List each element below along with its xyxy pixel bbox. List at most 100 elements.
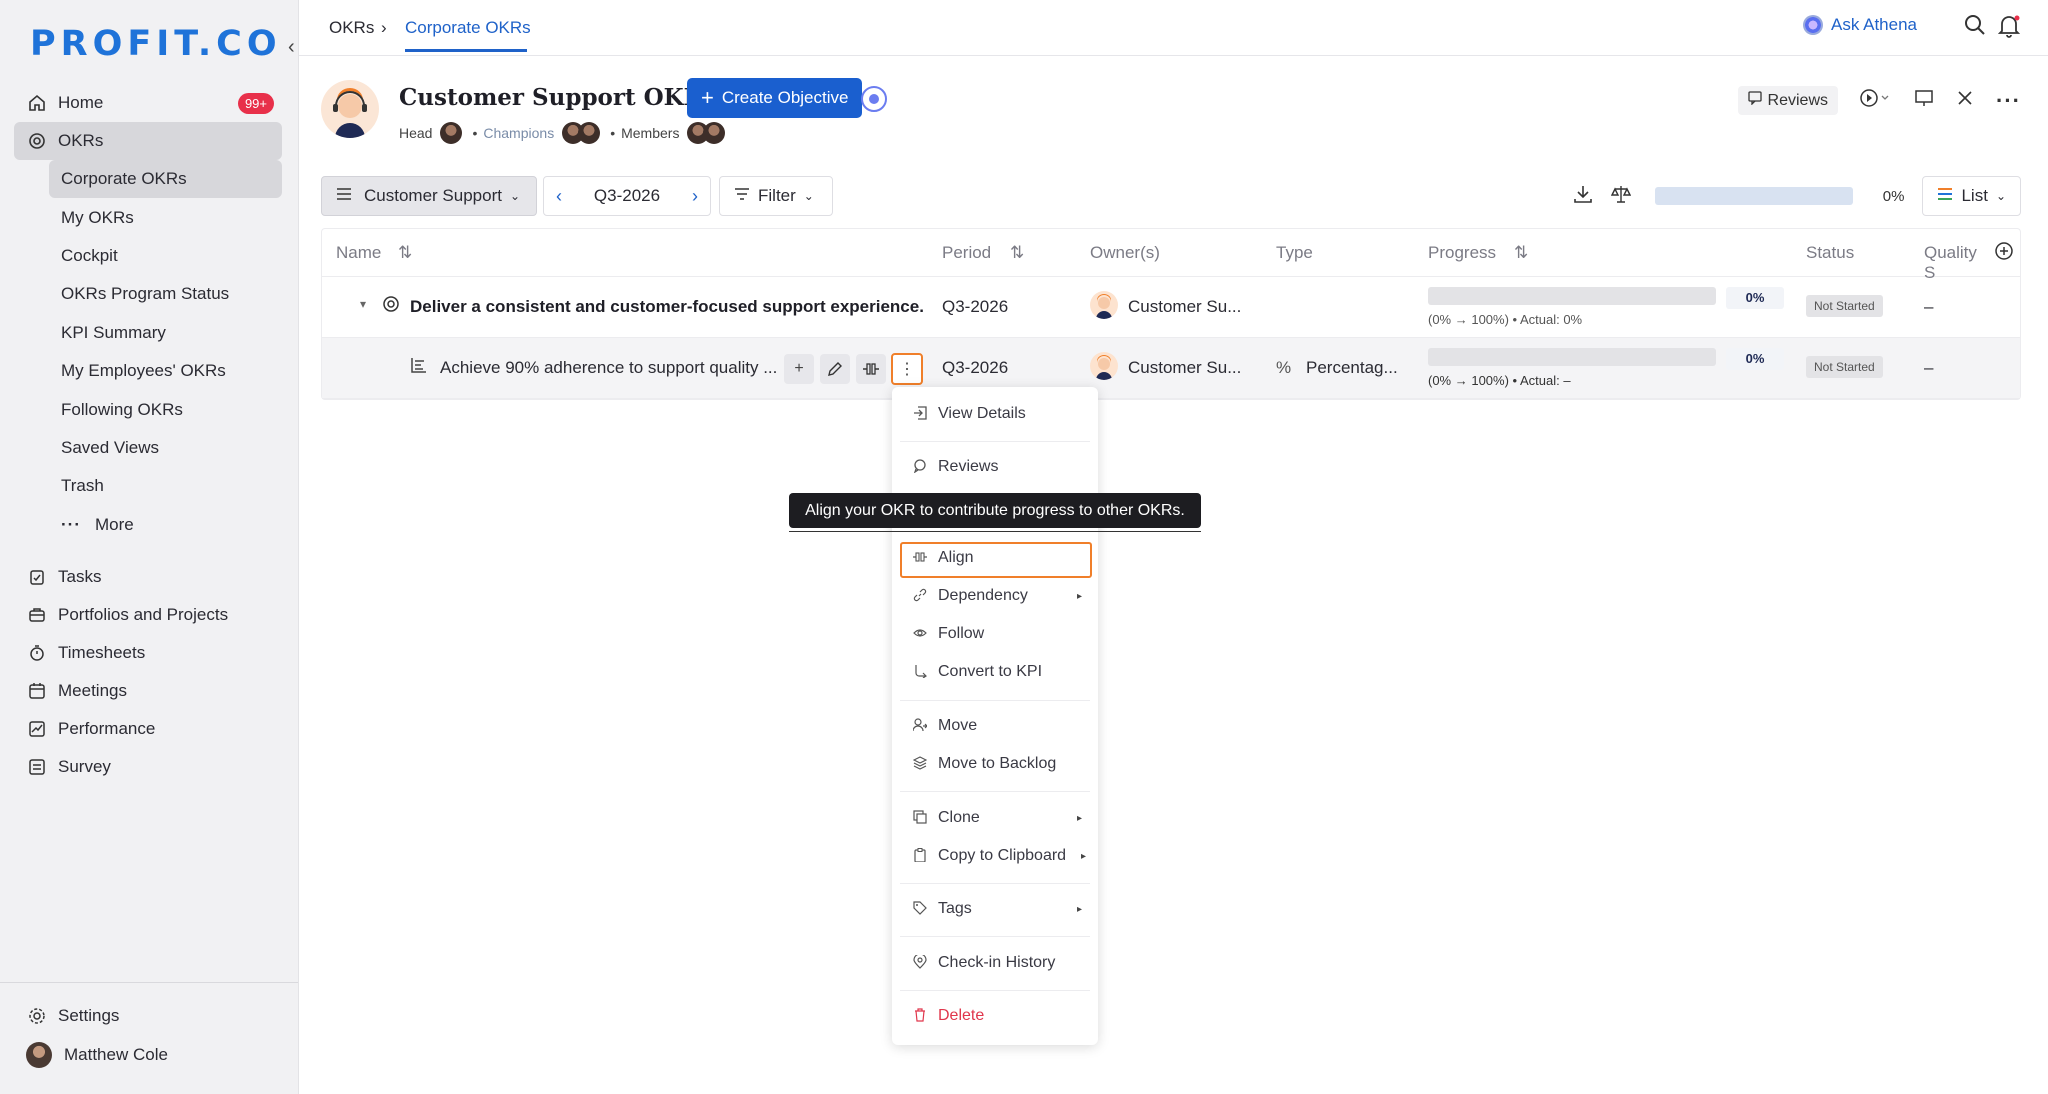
menu-item-delete[interactable]: Delete — [912, 1007, 984, 1025]
menu-item-follow[interactable]: Follow — [912, 625, 984, 643]
download-icon[interactable] — [1573, 184, 1593, 209]
sidebar-item-label: More — [94, 514, 134, 534]
sidebar-item-portfolios[interactable]: Portfolios and Projects — [14, 596, 282, 634]
sidebar-item-program-status[interactable]: OKRs Program Status — [49, 275, 282, 313]
menu-item-move-backlog[interactable]: Move to Backlog — [912, 755, 1056, 773]
head-label: Head — [399, 125, 433, 141]
breadcrumb-okrs[interactable]: OKRs — [329, 18, 374, 38]
tab-corporate-okrs[interactable]: Corporate OKRs — [405, 18, 531, 38]
objective-name[interactable]: Deliver a consistent and customer-focuse… — [410, 297, 924, 317]
menu-item-label: Convert to KPI — [938, 663, 1043, 680]
sidebar-item-my-okrs[interactable]: My OKRs — [49, 198, 282, 236]
presentation-icon[interactable] — [1914, 88, 1934, 113]
head-avatar[interactable] — [440, 122, 463, 144]
sidebar-item-employees-okrs[interactable]: My Employees' OKRs — [49, 352, 282, 390]
column-header-status[interactable]: Status — [1806, 243, 1854, 263]
add-child-button[interactable]: + — [784, 354, 814, 384]
reviews-label: Reviews — [1767, 91, 1829, 109]
create-objective-button[interactable]: + Create Objective — [687, 78, 863, 118]
menu-item-tags[interactable]: Tags — [912, 900, 1088, 918]
objective-owner[interactable]: Customer Su... — [1128, 297, 1241, 317]
menu-item-clone[interactable]: Clone — [912, 809, 1088, 827]
tooltip-underline — [789, 531, 1201, 532]
chevron-down-icon[interactable]: ▾ — [360, 297, 366, 311]
sidebar-item-following-okrs[interactable]: Following OKRs — [49, 390, 282, 428]
table-row[interactable]: ▾ Deliver a consistent and customer-focu… — [322, 277, 2020, 338]
ai-assist-icon[interactable] — [861, 86, 887, 112]
column-header-owners[interactable]: Owner(s) — [1090, 243, 1160, 263]
view-toggle-button[interactable]: List ⌄ — [1922, 176, 2021, 216]
column-header-progress[interactable]: Progress — [1428, 243, 1496, 263]
sidebar-item-more[interactable]: ··· More — [49, 506, 282, 544]
ask-athena-button[interactable]: Ask Athena — [1802, 15, 1917, 35]
bell-icon[interactable] — [1997, 14, 2021, 43]
brand-logo[interactable]: PROFIT.CO — [30, 24, 282, 64]
menu-item-align[interactable]: Align — [912, 549, 974, 567]
column-header-period[interactable]: Period — [942, 243, 991, 263]
menu-item-copy-clipboard[interactable]: Copy to Clipboard — [912, 847, 1088, 865]
key-result-owner[interactable]: Customer Su... — [1128, 358, 1241, 378]
key-result-icon — [410, 356, 428, 379]
next-period-button[interactable]: › — [692, 186, 698, 207]
sort-icon[interactable]: ⇅ — [1514, 243, 1528, 263]
menu-divider — [900, 883, 1090, 884]
collapse-arrows-icon[interactable] — [1956, 89, 1974, 112]
submenu-arrow-icon: ▸ — [1076, 813, 1082, 824]
menu-item-reviews[interactable]: Reviews — [912, 458, 998, 476]
briefcase-icon — [28, 606, 46, 624]
trash-icon — [912, 1007, 928, 1025]
department-select[interactable]: Customer Support ⌄ — [321, 176, 537, 216]
sidebar-item-meetings[interactable]: Meetings — [14, 672, 282, 710]
active-tab-underline — [405, 49, 527, 52]
sidebar-item-okrs[interactable]: OKRs — [14, 122, 282, 160]
sort-icon[interactable]: ⇅ — [398, 243, 412, 263]
more-options-icon[interactable]: ··· — [1996, 88, 2021, 114]
sort-icon[interactable]: ⇅ — [1010, 243, 1024, 263]
sidebar-item-cockpit[interactable]: Cockpit — [49, 237, 282, 275]
menu-item-view-details[interactable]: View Details — [912, 405, 1026, 423]
sidebar-item-survey[interactable]: Survey — [14, 748, 282, 786]
sidebar-item-performance[interactable]: Performance — [14, 710, 282, 748]
menu-item-label: Tags — [938, 900, 972, 917]
search-icon[interactable] — [1964, 14, 1986, 41]
champion-avatar[interactable] — [578, 122, 601, 144]
sidebar-item-kpi-summary[interactable]: KPI Summary — [49, 314, 282, 352]
sidebar-item-saved-views[interactable]: Saved Views — [49, 429, 282, 467]
avatar — [26, 1042, 52, 1068]
member-avatar[interactable] — [703, 122, 726, 144]
balance-scale-icon[interactable] — [1610, 184, 1631, 209]
menu-item-move[interactable]: Move — [912, 717, 977, 735]
previous-period-button[interactable]: ‹ — [556, 186, 562, 207]
play-icon[interactable] — [1860, 88, 1892, 113]
sidebar-item-tasks[interactable]: Tasks — [14, 558, 282, 596]
breadcrumb-separator: › — [381, 18, 387, 37]
menu-item-label: Copy to Clipboard — [938, 847, 1067, 864]
align-icon[interactable] — [856, 354, 886, 384]
sidebar-item-settings[interactable]: Settings — [14, 997, 298, 1035]
add-column-icon[interactable] — [1994, 241, 2014, 266]
filter-button[interactable]: Filter ⌄ — [719, 176, 833, 216]
menu-item-convert-kpi[interactable]: Convert to KPI — [912, 663, 1042, 681]
sidebar-item-timesheets[interactable]: Timesheets — [14, 634, 282, 672]
sidebar-item-corporate-okrs[interactable]: Corporate OKRs — [49, 160, 282, 199]
menu-item-label: Dependency — [938, 587, 1028, 604]
edit-icon[interactable] — [820, 354, 850, 384]
column-header-type[interactable]: Type — [1276, 243, 1313, 263]
menu-item-label: Reviews — [938, 458, 999, 475]
table-row[interactable]: Achieve 90% adherence to support quality… — [322, 338, 2020, 399]
collapse-sidebar-icon[interactable]: ‹ — [288, 36, 295, 59]
user-profile[interactable]: Matthew Cole — [0, 1035, 298, 1075]
menu-item-checkin-history[interactable]: Check-in History — [912, 952, 1055, 972]
column-header-name[interactable]: Name — [336, 243, 381, 263]
period-label[interactable]: Q3-2026 — [594, 186, 660, 206]
key-result-name[interactable]: Achieve 90% adherence to support quality… — [440, 358, 777, 378]
menu-item-label: Move — [938, 717, 978, 734]
reviews-button[interactable]: Reviews — [1737, 86, 1839, 115]
sidebar-item-trash[interactable]: Trash — [49, 467, 282, 505]
user-name: Matthew Cole — [64, 1045, 168, 1064]
row-more-options-button[interactable]: ⋮ — [891, 353, 923, 385]
sidebar-item-home[interactable]: Home 99+ — [14, 84, 282, 122]
menu-item-label: Align — [938, 549, 974, 566]
percentage-type-icon: % — [1276, 358, 1292, 377]
menu-item-dependency[interactable]: Dependency — [912, 587, 1088, 605]
